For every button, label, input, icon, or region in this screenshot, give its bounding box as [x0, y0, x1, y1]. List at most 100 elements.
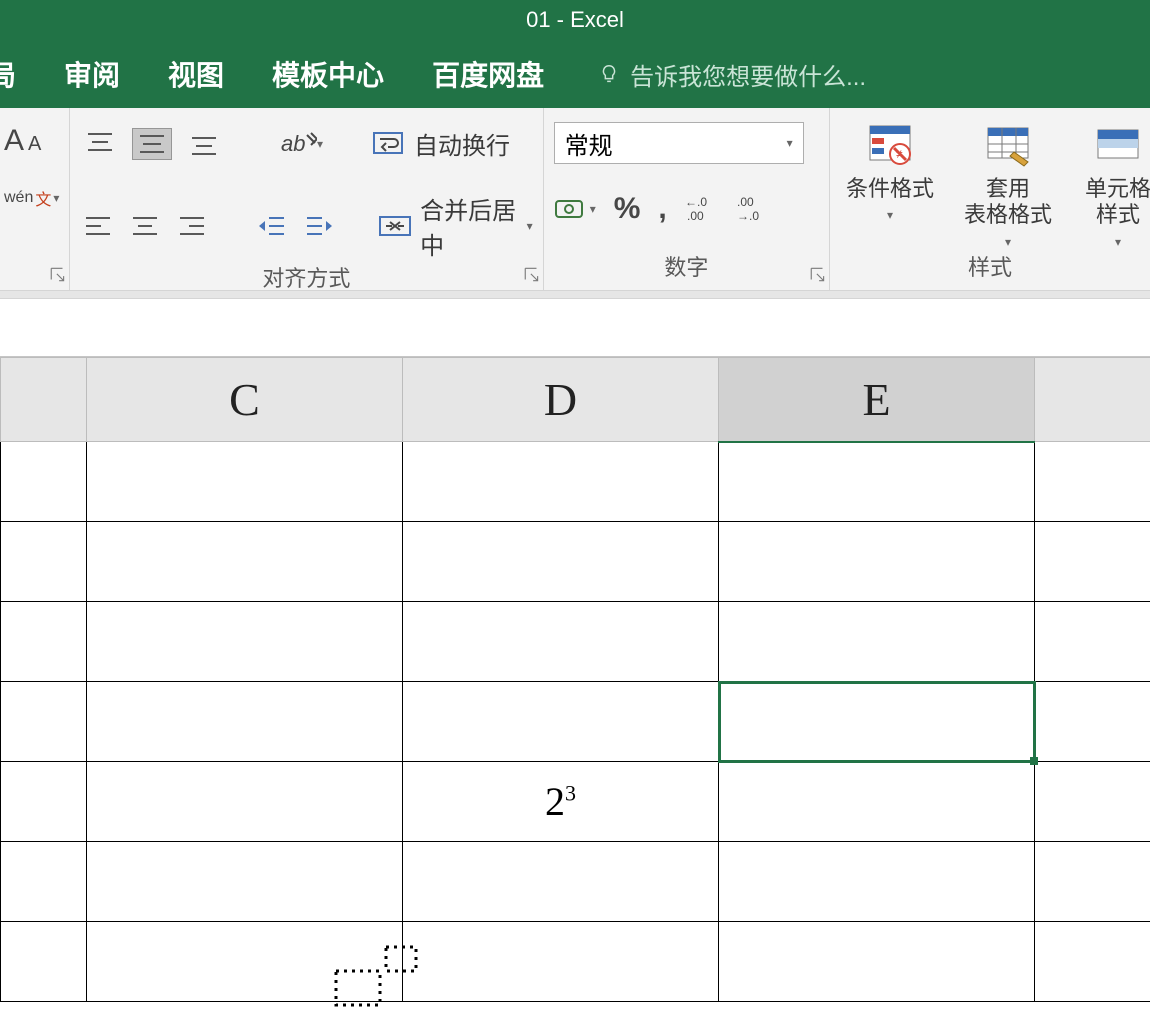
table-format-icon — [984, 122, 1032, 170]
align-center-button[interactable] — [127, 210, 162, 242]
dropdown-icon: ▾ — [527, 219, 533, 233]
merge-icon — [378, 211, 412, 241]
cell[interactable] — [719, 602, 1035, 682]
font-size-buttons[interactable]: A A — [4, 124, 41, 158]
cell-styles-button[interactable]: 单元格样式 ▾ — [1076, 122, 1150, 250]
cell-styles-label: 单元格样式 — [1076, 176, 1150, 229]
dropdown-icon: ▾ — [590, 202, 596, 216]
cell[interactable] — [1, 602, 87, 682]
cell[interactable] — [403, 682, 719, 762]
alignment-group-label: 对齐方式 — [262, 261, 350, 293]
table-row — [1, 922, 1150, 1002]
alignment-group-launcher-icon[interactable] — [523, 266, 541, 284]
window-title: 01 - Excel — [526, 7, 624, 33]
comma-button[interactable]: , — [658, 192, 666, 226]
cell[interactable] — [719, 762, 1035, 842]
align-left-button[interactable] — [80, 210, 115, 242]
cell[interactable] — [1, 922, 87, 1002]
dropdown-icon: ▾ — [53, 191, 59, 205]
conditional-format-button[interactable]: ≠ 条件格式 ▾ — [840, 122, 940, 250]
svg-text:.00: .00 — [687, 209, 704, 223]
ribbon-group-alignment: ab ▾ 自动换行 — [70, 108, 544, 290]
cell[interactable] — [403, 442, 719, 522]
accounting-format-button[interactable]: ▾ — [554, 195, 596, 223]
tab-partial[interactable]: 局 — [0, 54, 16, 94]
svg-text:.00: .00 — [737, 195, 754, 209]
selected-cell-e4[interactable] — [719, 682, 1035, 762]
cell[interactable] — [1035, 522, 1150, 602]
cell[interactable] — [87, 442, 403, 522]
cell[interactable] — [1035, 762, 1150, 842]
wrap-text-button[interactable]: 自动换行 — [372, 126, 510, 161]
cell[interactable] — [403, 522, 719, 602]
decrease-indent-button[interactable] — [254, 210, 289, 242]
decrease-decimal-icon: .00 →.0 — [737, 194, 771, 224]
cell[interactable] — [87, 922, 403, 1002]
column-header-c[interactable]: C — [87, 358, 403, 442]
cell[interactable] — [87, 522, 403, 602]
cell[interactable] — [87, 602, 403, 682]
table-row — [1, 522, 1150, 602]
svg-text:ab: ab — [281, 131, 305, 156]
merge-center-button[interactable]: 合并后居中 ▾ — [378, 191, 533, 261]
svg-text:→.0: →.0 — [737, 209, 759, 223]
cell-d5[interactable]: 23 — [403, 762, 719, 842]
lightbulb-icon — [598, 63, 620, 85]
conditional-format-icon: ≠ — [866, 122, 914, 170]
tab-baidu[interactable]: 百度网盘 — [432, 54, 544, 94]
column-header-b[interactable] — [1, 358, 87, 442]
cell[interactable] — [1, 842, 87, 922]
number-group-launcher-icon[interactable] — [809, 266, 827, 284]
orientation-button[interactable]: ab ▾ — [272, 128, 328, 160]
cell[interactable] — [403, 602, 719, 682]
svg-text:←.0: ←.0 — [685, 195, 707, 209]
cell[interactable] — [403, 922, 719, 1002]
phonetic-guide-button[interactable]: wén 文 ▾ — [4, 186, 59, 210]
cell[interactable] — [403, 842, 719, 922]
cell[interactable] — [87, 682, 403, 762]
cell[interactable] — [1, 762, 87, 842]
align-right-button[interactable] — [174, 210, 209, 242]
cell[interactable] — [1035, 602, 1150, 682]
increase-font-icon: A — [4, 124, 24, 158]
ribbon: A A wén 文 ▾ — [0, 108, 1150, 291]
cell[interactable] — [1035, 442, 1150, 522]
align-bottom-button[interactable] — [184, 128, 224, 160]
column-header-e[interactable]: E — [719, 358, 1035, 442]
tab-view[interactable]: 视图 — [168, 54, 224, 94]
cell[interactable] — [1035, 842, 1150, 922]
column-header-f[interactable] — [1035, 358, 1150, 442]
cell[interactable] — [719, 522, 1035, 602]
number-group-label: 数字 — [664, 250, 708, 282]
decrease-decimal-button[interactable]: .00 →.0 — [737, 194, 771, 224]
column-header-d[interactable]: D — [403, 358, 719, 442]
font-group-launcher-icon[interactable] — [49, 266, 67, 284]
align-top-button[interactable] — [80, 128, 120, 160]
dropdown-icon: ▾ — [1115, 235, 1121, 249]
formula-bar[interactable] — [0, 299, 1150, 357]
cell[interactable] — [1, 522, 87, 602]
tab-review[interactable]: 审阅 — [64, 54, 120, 94]
tab-templates[interactable]: 模板中心 — [272, 54, 384, 94]
cell[interactable] — [719, 842, 1035, 922]
cell[interactable] — [1, 442, 87, 522]
increase-decimal-button[interactable]: ←.0 .00 — [685, 194, 719, 224]
cell[interactable] — [1035, 922, 1150, 1002]
worksheet-grid[interactable]: C D E 23 — [0, 357, 1150, 1002]
align-middle-button[interactable] — [132, 128, 172, 160]
percent-button[interactable]: % — [614, 192, 641, 226]
cell[interactable] — [87, 762, 403, 842]
cell[interactable] — [1035, 682, 1150, 762]
cell[interactable] — [719, 922, 1035, 1002]
increase-indent-button[interactable] — [302, 210, 337, 242]
cell-d5-exponent: 3 — [565, 781, 576, 806]
cell-d5-base: 2 — [545, 779, 565, 824]
table-format-button[interactable]: 套用 表格格式 ▾ — [958, 122, 1058, 250]
merge-center-label: 合并后居中 — [420, 191, 518, 261]
cell[interactable] — [87, 842, 403, 922]
cell[interactable] — [1, 682, 87, 762]
cell[interactable] — [719, 442, 1035, 522]
number-format-select[interactable]: 常规 ▾ — [554, 122, 804, 164]
tell-me-box[interactable]: 告诉我您想要做什么... — [598, 57, 866, 92]
styles-group-label: 样式 — [968, 250, 1012, 282]
